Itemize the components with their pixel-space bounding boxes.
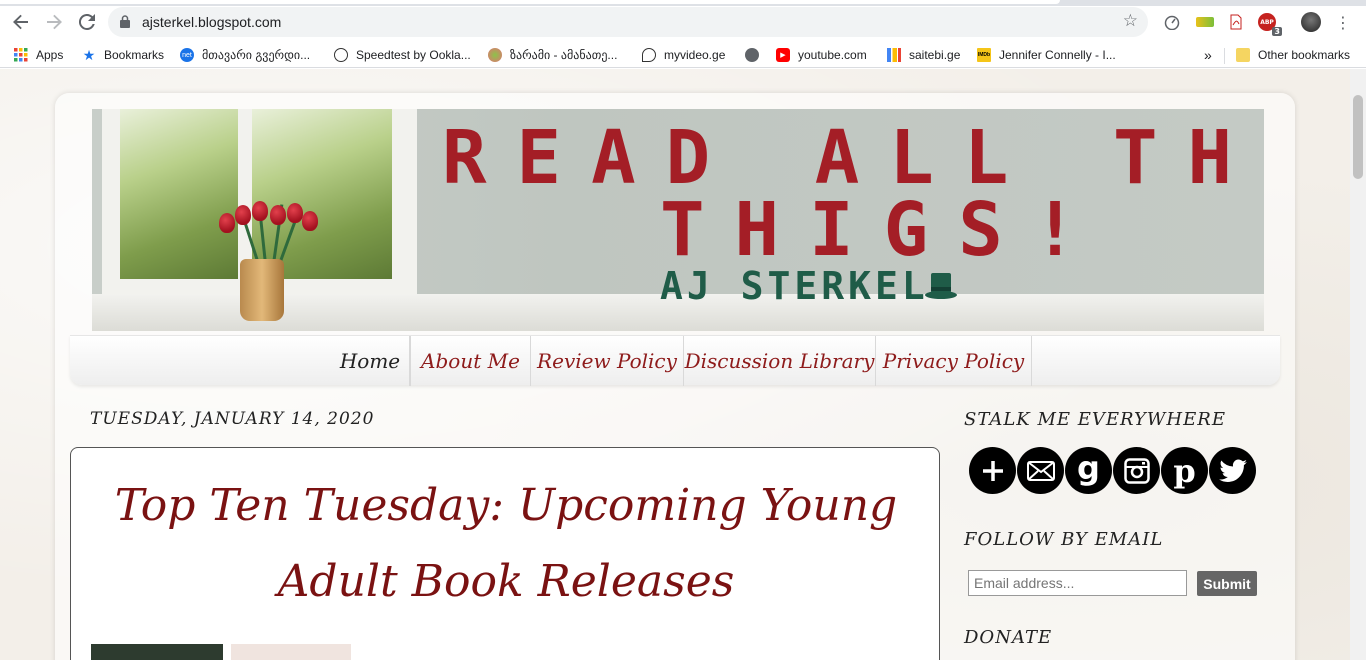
folder-icon <box>1236 48 1250 62</box>
vase-illustration <box>240 259 284 321</box>
plus-icon[interactable] <box>969 447 1016 494</box>
goodreads-icon[interactable]: g <box>1065 447 1112 494</box>
reload-icon[interactable] <box>75 10 99 34</box>
bookmark-label: Bookmarks <box>104 48 165 62</box>
speedometer-icon[interactable] <box>1162 12 1182 32</box>
bookmark-star-icon[interactable]: ☆ <box>1123 11 1138 31</box>
pdf-icon[interactable] <box>1226 12 1246 32</box>
blog-header-banner[interactable]: READ ALL THE THIGS! AJ STERKEL <box>92 109 1264 331</box>
world-icon <box>745 48 759 62</box>
bookmark-apps[interactable]: Apps <box>14 46 63 64</box>
bookmark-label: Apps <box>36 48 64 62</box>
email-field[interactable] <box>968 570 1187 596</box>
bookmark-label: saitebi.ge <box>909 48 961 62</box>
adblock-icon[interactable]: ABP 3 <box>1257 12 1282 36</box>
forward-arrow-icon[interactable] <box>42 10 66 34</box>
bookmark-label: Jennifer Connelly - I... <box>999 48 1116 62</box>
tab-privacy-policy[interactable]: Privacy Policy <box>876 336 1032 386</box>
blog-post: Top Ten Tuesday: Upcoming Young Adult Bo… <box>70 447 940 660</box>
bookmark-label: Speedtest by Ookla... <box>356 48 471 62</box>
speedtest-icon <box>334 48 348 62</box>
blog-author: AJ STERKEL <box>660 264 929 308</box>
blog-title-line2: THIGS! <box>660 187 1108 273</box>
donate-heading: DONATE <box>964 627 1053 648</box>
profile-avatar-icon[interactable] <box>1301 12 1321 32</box>
globe-icon <box>488 48 502 62</box>
myvideo-icon <box>642 48 656 62</box>
tab-strip <box>0 0 1366 6</box>
blog-page: READ ALL THE THIGS! AJ STERKEL Home Abou… <box>0 69 1350 660</box>
bookmark-label: Other bookmarks <box>1258 48 1351 62</box>
bookmark-youtube[interactable]: ▶ youtube.com <box>776 46 867 64</box>
divider <box>1224 48 1225 64</box>
bookmarks-overflow-button[interactable]: » <box>1204 46 1212 64</box>
nav-tabs-bar: Home About Me Review Policy Discussion L… <box>70 335 1280 386</box>
back-arrow-icon[interactable] <box>9 10 33 34</box>
bookmarks-bar: Apps ★ Bookmarks net მთავარი გვერდი... S… <box>0 42 1366 68</box>
bookmark-net[interactable]: net მთავარი გვერდი... <box>180 46 310 64</box>
bookmark-saitebi[interactable]: saitebi.ge <box>887 46 960 64</box>
bookmark-world[interactable] <box>745 46 767 64</box>
saitebi-icon <box>887 48 901 62</box>
lock-icon <box>120 15 130 28</box>
post-title[interactable]: Top Ten Tuesday: Upcoming Young Adult Bo… <box>91 468 921 620</box>
page-scrollbar[interactable] <box>1350 69 1366 660</box>
instagram-icon[interactable] <box>1113 447 1160 494</box>
bookmark-bookmarks[interactable]: ★ Bookmarks <box>82 46 164 64</box>
scrollbar-thumb[interactable] <box>1353 95 1363 179</box>
follow-by-email-heading: FOLLOW BY EMAIL <box>964 529 1164 550</box>
url-text: ajsterkel.blogspot.com <box>142 14 282 30</box>
tab-discussion-library[interactable]: Discussion Library <box>684 336 876 386</box>
apps-grid-icon <box>14 48 28 62</box>
bookmark-other[interactable]: Other bookmarks <box>1236 46 1350 64</box>
social-heading: STALK ME EVERYWHERE <box>964 409 1226 430</box>
tab-review-policy[interactable]: Review Policy <box>531 336 684 386</box>
extension-badge: 3 <box>1272 27 1282 36</box>
pinterest-icon[interactable]: p <box>1161 447 1208 494</box>
bookmark-label: youtube.com <box>798 48 867 62</box>
bookmark-imdb[interactable]: IMDb Jennifer Connelly - I... <box>977 46 1116 64</box>
top-hat-icon <box>925 273 957 299</box>
post-image[interactable] <box>231 644 351 660</box>
bookmark-zarami[interactable]: ზარამი - ამანათე... <box>488 46 617 64</box>
net-icon: net <box>180 48 194 62</box>
star-icon: ★ <box>82 46 96 63</box>
bookmark-speedtest[interactable]: Speedtest by Ookla... <box>334 46 471 64</box>
youtube-icon: ▶ <box>776 48 790 62</box>
twitter-icon[interactable] <box>1209 447 1256 494</box>
browser-toolbar: ajsterkel.blogspot.com ☆ ABP 3 ⋮ <box>0 0 1366 42</box>
bookmark-myvideo[interactable]: myvideo.ge <box>642 46 725 64</box>
post-date-header: TUESDAY, JANUARY 14, 2020 <box>90 409 375 429</box>
post-image[interactable] <box>91 644 223 660</box>
menu-kebab-icon[interactable]: ⋮ <box>1333 12 1353 32</box>
submit-button[interactable]: Submit <box>1197 571 1257 596</box>
tab-about-me[interactable]: About Me <box>410 336 531 386</box>
mail-icon[interactable] <box>1017 447 1064 494</box>
address-bar[interactable]: ajsterkel.blogspot.com ☆ <box>108 7 1148 37</box>
bookmark-label: myvideo.ge <box>664 48 726 62</box>
imdb-icon: IMDb <box>977 48 991 62</box>
tab-home[interactable]: Home <box>330 336 410 386</box>
bookmark-label: მთავარი გვერდი... <box>202 48 311 62</box>
bookmark-label: ზარამი - ამანათე... <box>510 48 618 62</box>
extension-green-icon[interactable] <box>1195 12 1215 32</box>
